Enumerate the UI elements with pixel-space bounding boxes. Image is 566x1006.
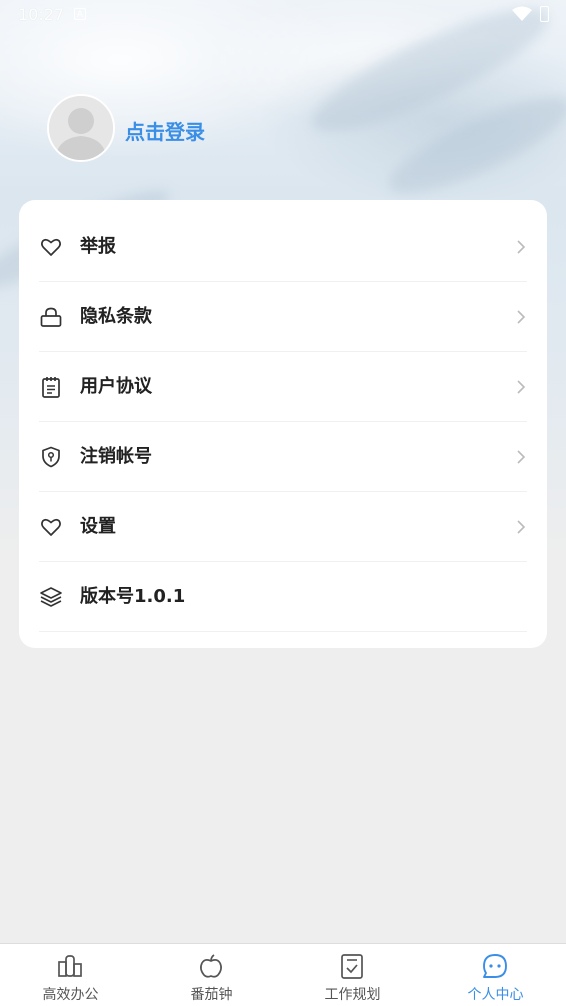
- menu-item-label: 举报: [80, 236, 116, 257]
- bottom-nav: 高效办公 番茄钟 工作规划 个人中心: [0, 943, 566, 1006]
- login-link[interactable]: 点击登录: [125, 116, 205, 145]
- menu-item-report[interactable]: 举报: [39, 212, 527, 282]
- notepad-icon: [42, 377, 60, 398]
- nav-tab-efficient-office[interactable]: 高效办公: [0, 944, 141, 1006]
- menu-item-delete-account[interactable]: 注销帐号: [39, 422, 527, 492]
- lock-icon: [40, 307, 62, 327]
- chevron-right-icon: [517, 310, 526, 324]
- a-icon: A: [74, 8, 86, 20]
- nav-label: 工作规划: [324, 987, 381, 1003]
- shield-key-icon: [42, 446, 60, 468]
- nav-tab-personal-center[interactable]: 个人中心: [425, 944, 566, 1006]
- menu-item-version: 版本号1.0.1: [39, 562, 527, 632]
- battery-icon: [540, 6, 549, 22]
- status-time: 10:27: [18, 5, 65, 24]
- avatar[interactable]: [47, 94, 115, 162]
- building-icon: [58, 955, 82, 977]
- nav-label: 番茄钟: [190, 987, 233, 1003]
- menu-card: 举报 隐私条款 用户协议 注销帐号 设置 版本号1.0.1: [19, 200, 547, 648]
- nav-tab-work-plan[interactable]: 工作规划: [282, 944, 423, 1006]
- heart-icon: [41, 518, 61, 536]
- menu-item-label: 设置: [80, 516, 116, 537]
- user-silhouette-icon: [49, 96, 113, 160]
- checklist-icon: [341, 954, 363, 979]
- nav-label: 高效办公: [42, 987, 99, 1003]
- menu-item-settings[interactable]: 设置: [39, 492, 527, 562]
- wifi-icon: [512, 6, 532, 21]
- apple-icon: [200, 954, 222, 978]
- nav-label: 个人中心: [467, 987, 524, 1003]
- menu-item-label: 用户协议: [80, 376, 152, 397]
- menu-item-label: 注销帐号: [80, 446, 152, 467]
- heart-icon: [41, 238, 61, 256]
- menu-item-user-agreement[interactable]: 用户协议: [39, 352, 527, 422]
- status-bar: 10:27 A: [0, 0, 566, 30]
- chevron-right-icon: [517, 450, 526, 464]
- layers-icon: [40, 587, 62, 607]
- version-label: 版本号1.0.1: [80, 586, 186, 607]
- chat-face-icon: [483, 954, 507, 978]
- chevron-right-icon: [517, 380, 526, 394]
- chevron-right-icon: [517, 240, 526, 254]
- nav-tab-pomodoro[interactable]: 番茄钟: [141, 944, 282, 1006]
- menu-item-label: 隐私条款: [80, 306, 152, 327]
- menu-item-privacy[interactable]: 隐私条款: [39, 282, 527, 352]
- chevron-right-icon: [517, 520, 526, 534]
